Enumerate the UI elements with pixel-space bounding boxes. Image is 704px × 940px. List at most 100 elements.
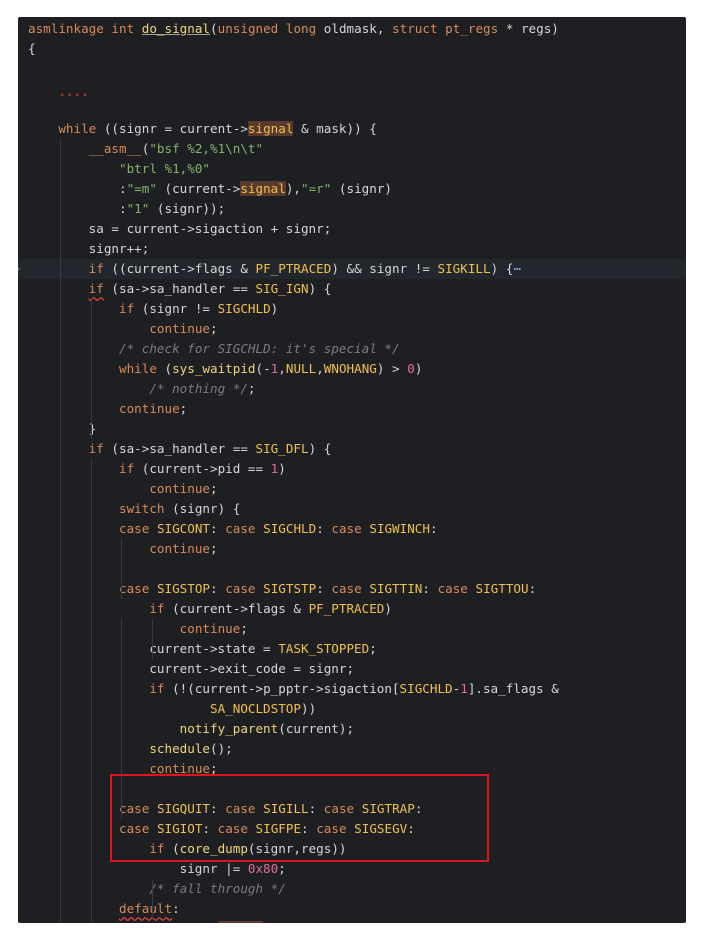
code-line[interactable]: while (sys_waitpid(-1,NULL,WNOHANG) > 0) xyxy=(18,359,686,379)
code-line[interactable] xyxy=(18,59,686,79)
indent-guide xyxy=(60,139,62,923)
code-line[interactable]: current->exit_code = signr; xyxy=(18,659,686,679)
code-token: WNOHANG xyxy=(323,361,377,376)
code-line[interactable]: while ((signr = current->signal & mask))… xyxy=(18,119,686,139)
code-token: (signr != xyxy=(134,301,218,316)
code-line[interactable]: /* check for SIGCHLD: it's special */ xyxy=(18,339,686,359)
code-line[interactable]: case SIGIOT: case SIGFPE: case SIGSEGV: xyxy=(18,819,686,839)
code-line[interactable] xyxy=(18,559,686,579)
code-line[interactable]: /* fall through */ xyxy=(18,879,686,899)
code-token: case xyxy=(225,801,256,816)
code-token: , xyxy=(316,361,324,376)
code-line-text: if (core_dump(signr,regs)) xyxy=(28,839,346,859)
code-line[interactable]: ˳˳˳˳ xyxy=(18,79,686,99)
code-line[interactable]: } xyxy=(18,419,686,439)
code-line-text: if ((current->flags & PF_PTRACED) && sig… xyxy=(28,259,521,279)
code-line[interactable]: if (current->pid == 1) xyxy=(18,459,686,479)
code-line[interactable] xyxy=(18,779,686,799)
code-line[interactable]: if ((current->flags & PF_PTRACED) && sig… xyxy=(18,259,686,279)
code-line[interactable]: /* nothing */; xyxy=(18,379,686,399)
code-line[interactable]: continue; xyxy=(18,479,686,499)
code-line[interactable]: case SIGCONT: case SIGCHLD: case SIGWINC… xyxy=(18,519,686,539)
code-token: current-> xyxy=(28,921,217,923)
code-line[interactable]: if (current->flags & PF_PTRACED) xyxy=(18,599,686,619)
code-token: ) > xyxy=(376,361,408,376)
code-line[interactable]: :"1" (signr)); xyxy=(18,199,686,219)
code-line[interactable]: asmlinkage int do_signal(unsigned long o… xyxy=(18,19,686,39)
code-token: ; xyxy=(210,541,218,556)
code-line[interactable]: signr++; xyxy=(18,239,686,259)
code-token: 0x80 xyxy=(247,861,279,876)
code-token: ((current->flags & xyxy=(103,261,256,276)
code-line-text: continue; xyxy=(28,399,187,419)
code-token: : xyxy=(316,521,332,536)
fold-indicator-icon[interactable] xyxy=(18,265,20,273)
code-token: , xyxy=(278,361,286,376)
code-token: 1 xyxy=(460,681,468,696)
code-line[interactable]: current->signal |= _S(signr & 0x7f); xyxy=(18,919,686,923)
code-token: case xyxy=(323,801,355,816)
code-token: case xyxy=(119,521,150,536)
code-token: (sa->sa_handler == xyxy=(103,441,256,456)
code-line[interactable]: if (core_dump(signr,regs)) xyxy=(18,839,686,859)
code-line[interactable]: default: xyxy=(18,899,686,919)
code-line[interactable]: notify_parent(current); xyxy=(18,719,686,739)
code-line[interactable]: if (!(current->p_pptr->sigaction[SIGCHLD… xyxy=(18,679,686,699)
code-line-text: /* nothing */; xyxy=(28,379,255,399)
code-line[interactable]: continue; xyxy=(18,399,686,419)
code-line[interactable]: continue; xyxy=(18,619,686,639)
code-token: & mask)) { xyxy=(293,121,377,136)
code-token: SIG_IGN xyxy=(255,281,309,296)
code-token: continue xyxy=(179,621,241,636)
code-token: ( xyxy=(210,21,218,36)
code-token: : xyxy=(528,581,537,596)
code-token: (current->pid == xyxy=(134,461,271,476)
code-line[interactable]: __asm__("bsf %2,%1\n\t" xyxy=(18,139,686,159)
code-token: notify_parent xyxy=(179,721,279,736)
code-line[interactable]: switch (signr) { xyxy=(18,499,686,519)
code-line-text: schedule(); xyxy=(28,739,232,759)
code-token: : xyxy=(202,821,218,836)
code-token: "bsf %2,%1\n\t" xyxy=(149,141,264,156)
code-line[interactable]: :"=m" (current->signal),"=r" (signr) xyxy=(18,179,686,199)
code-line[interactable]: current->state = TASK_STOPPED; xyxy=(18,639,686,659)
code-line-text: case SIGCONT: case SIGCHLD: case SIGWINC… xyxy=(28,519,438,539)
code-token: SIGTTIN xyxy=(369,581,423,596)
code-line-text: :"=m" (current->signal),"=r" (signr) xyxy=(28,179,392,199)
code-line[interactable]: case SIGSTOP: case SIGTSTP: case SIGTTIN… xyxy=(18,579,686,599)
code-token: __asm__ xyxy=(88,141,142,156)
code-line[interactable]: continue; xyxy=(18,319,686,339)
code-token: signr++; xyxy=(28,241,150,256)
indent-guide xyxy=(151,879,153,919)
code-line[interactable]: case SIGQUIT: case SIGILL: case SIGTRAP: xyxy=(18,799,686,819)
code-line[interactable]: { xyxy=(18,39,686,59)
code-token: continue xyxy=(149,541,210,556)
code-line[interactable]: sa = current->sigaction + signr; xyxy=(18,219,686,239)
code-line[interactable]: SA_NOCLDSTOP)) xyxy=(18,699,686,719)
code-line[interactable]: continue; xyxy=(18,539,686,559)
code-token: SIGCHLD xyxy=(399,681,453,696)
code-line[interactable]: schedule(); xyxy=(18,739,686,759)
code-editor[interactable]: asmlinkage int do_signal(unsigned long o… xyxy=(18,17,686,923)
code-line[interactable]: signr |= 0x80; xyxy=(18,859,686,879)
code-token: (signr)); xyxy=(149,201,226,216)
code-line[interactable]: if (sa->sa_handler == SIG_DFL) { xyxy=(18,439,686,459)
code-token: if xyxy=(88,281,104,296)
code-line[interactable]: if (signr != SIGCHLD) xyxy=(18,299,686,319)
code-line[interactable]: "btrl %1,%0" xyxy=(18,159,686,179)
code-token: SIGIOT xyxy=(156,821,203,836)
code-line-text: __asm__("bsf %2,%1\n\t" xyxy=(28,139,263,159)
code-line[interactable]: continue; xyxy=(18,759,686,779)
code-line[interactable]: if (sa->sa_handler == SIG_IGN) { xyxy=(18,279,686,299)
code-line-text: if (!(current->p_pptr->sigaction[SIGCHLD… xyxy=(28,679,558,699)
code-line[interactable] xyxy=(18,99,686,119)
code-token: ) xyxy=(384,601,392,616)
